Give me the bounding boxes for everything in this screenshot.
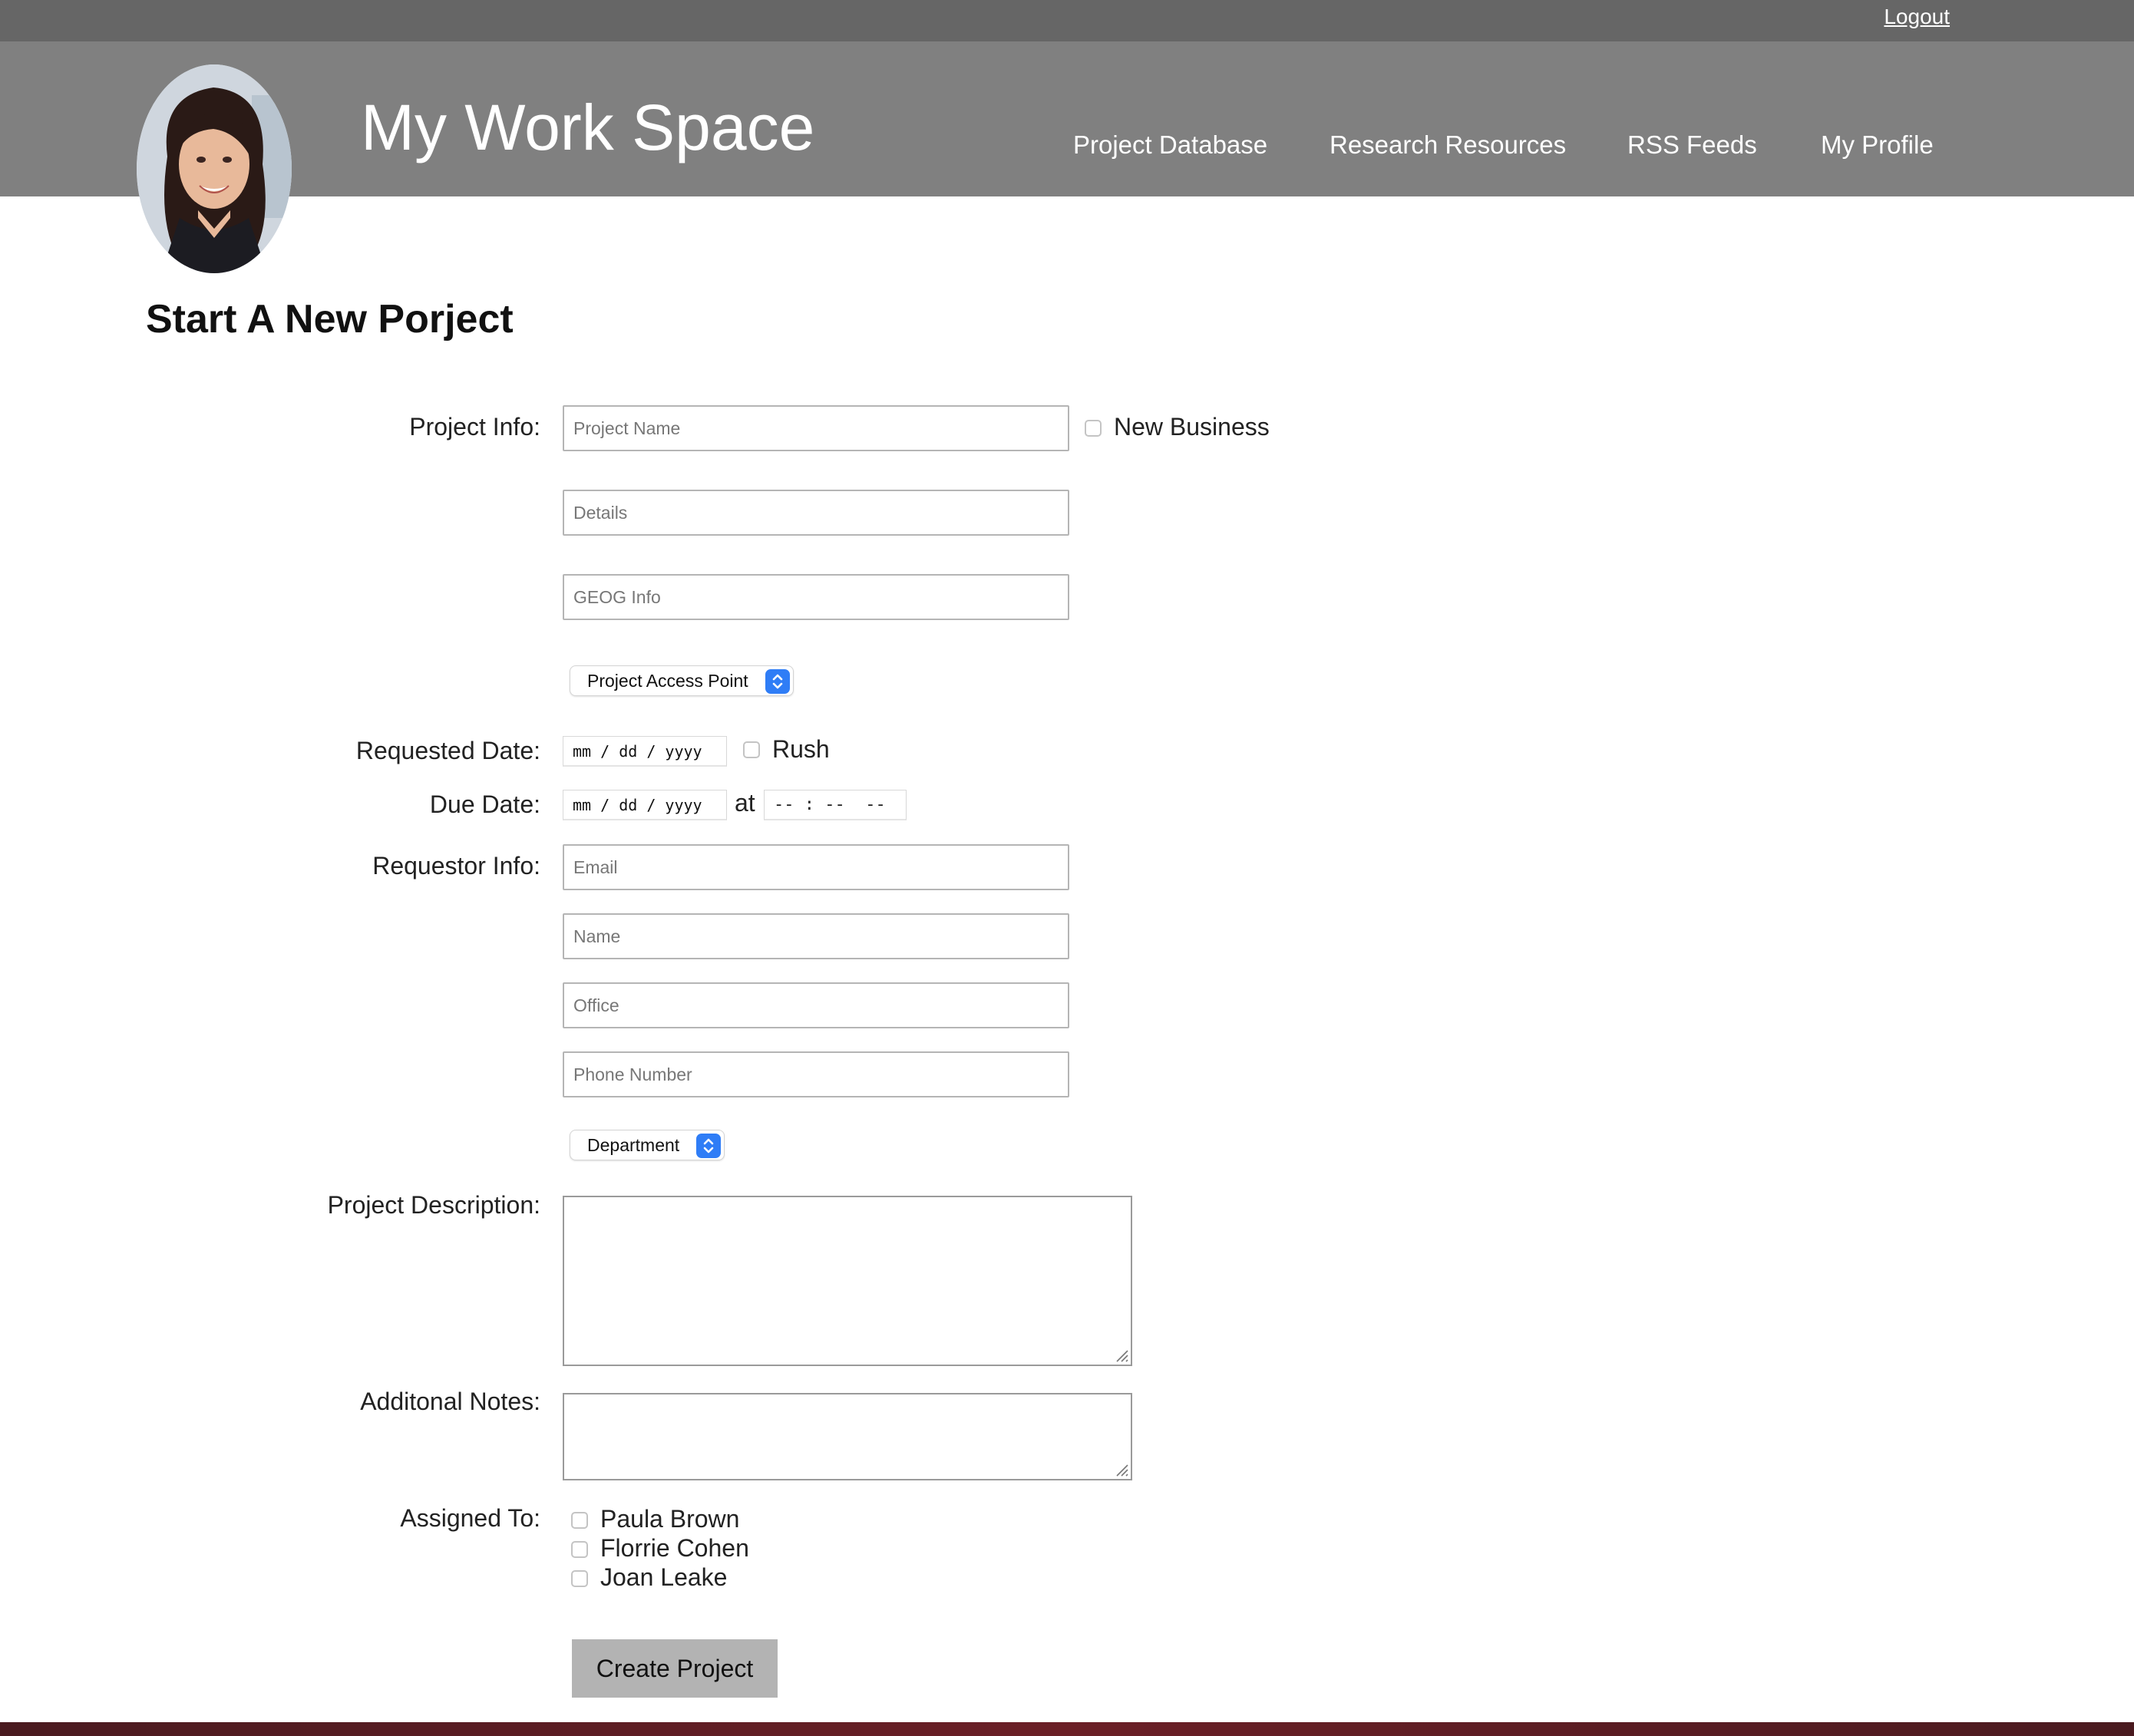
project-name-input[interactable] xyxy=(563,405,1069,451)
office-input[interactable] xyxy=(563,982,1069,1028)
footer-bar xyxy=(0,1722,2134,1736)
requested-date-label: Requested Date: xyxy=(355,737,540,764)
resize-grip-icon[interactable] xyxy=(1111,1459,1129,1477)
assignee-label-florrie-cohen: Florrie Cohen xyxy=(600,1534,749,1562)
avatar xyxy=(137,64,292,273)
assigned-to-label: Assigned To: xyxy=(400,1504,540,1532)
rush-checkbox[interactable] xyxy=(743,741,760,758)
project-info-label: Project Info: xyxy=(409,413,540,441)
create-project-button[interactable]: Create Project xyxy=(572,1639,778,1698)
project-description-label: Project Description: xyxy=(327,1191,540,1219)
assignee-checkbox-joan-leake[interactable] xyxy=(571,1570,588,1587)
assignee-label-paula-brown: Paula Brown xyxy=(600,1505,740,1533)
avatar-photo xyxy=(137,64,292,273)
department-select[interactable]: Department xyxy=(570,1130,725,1160)
project-access-point-select[interactable]: Project Access Point xyxy=(570,665,794,696)
due-date-label: Due Date: xyxy=(429,790,540,818)
additional-notes-textarea[interactable] xyxy=(563,1393,1132,1480)
chevron-up-down-icon xyxy=(765,669,790,694)
site-title: My Work Space xyxy=(361,91,815,163)
project-access-point-value: Project Access Point xyxy=(587,670,748,691)
nav-research-resources[interactable]: Research Resources xyxy=(1330,130,1566,160)
new-business-checkbox[interactable] xyxy=(1085,420,1102,437)
logout-link[interactable]: Logout xyxy=(1884,5,1950,29)
new-business-label: New Business xyxy=(1114,413,1270,441)
project-description-textarea[interactable] xyxy=(563,1196,1132,1366)
nav-rss-feeds[interactable]: RSS Feeds xyxy=(1627,130,1757,160)
rush-label: Rush xyxy=(772,735,830,763)
page-heading: Start A New Porject xyxy=(146,297,514,342)
assignee-checkbox-florrie-cohen[interactable] xyxy=(571,1541,588,1558)
due-date-input[interactable]: mm / dd / yyyy xyxy=(563,790,727,820)
nav-my-profile[interactable]: My Profile xyxy=(1821,130,1934,160)
department-value: Department xyxy=(587,1134,680,1155)
additional-notes-label: Additonal Notes: xyxy=(360,1388,540,1415)
top-bar: Logout xyxy=(0,0,2134,41)
phone-number-input[interactable] xyxy=(563,1051,1069,1097)
assignee-label-joan-leake: Joan Leake xyxy=(600,1563,728,1591)
resize-grip-icon[interactable] xyxy=(1111,1345,1129,1363)
chevron-up-down-icon xyxy=(696,1134,721,1158)
details-input[interactable] xyxy=(563,490,1069,536)
assignee-checkbox-paula-brown[interactable] xyxy=(571,1512,588,1529)
email-input[interactable] xyxy=(563,844,1069,890)
site-header: My Work Space Project Database Research … xyxy=(0,41,2134,196)
requestor-info-label: Requestor Info: xyxy=(372,852,540,880)
nav-project-database[interactable]: Project Database xyxy=(1073,130,1267,160)
requested-date-input[interactable]: mm / dd / yyyy xyxy=(563,736,727,767)
at-label: at xyxy=(735,789,755,817)
geog-info-input[interactable] xyxy=(563,574,1069,620)
due-time-input[interactable]: -- : -- -- xyxy=(764,790,907,820)
requestor-name-input[interactable] xyxy=(563,913,1069,959)
